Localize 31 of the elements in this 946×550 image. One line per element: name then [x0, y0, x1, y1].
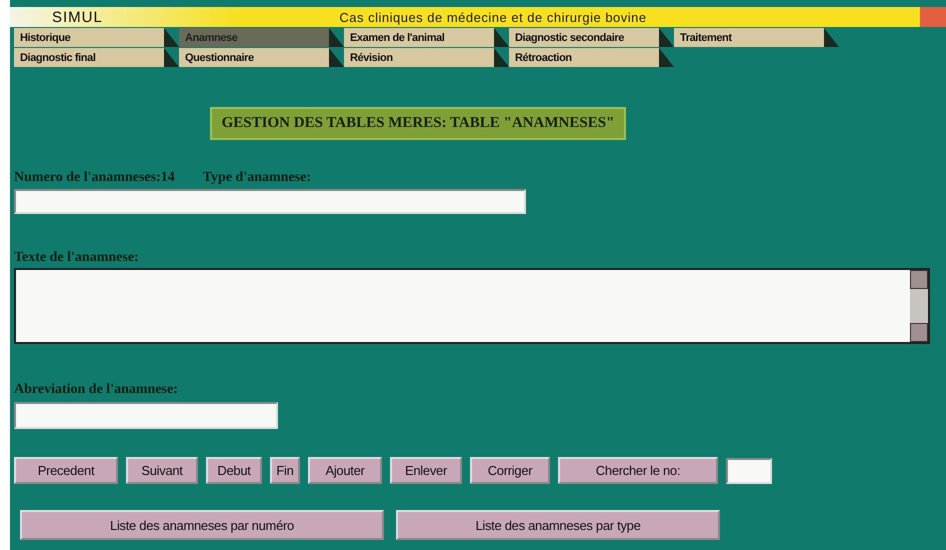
tab[interactable]: Traitement [674, 28, 839, 47]
nav-button[interactable]: Ajouter [308, 457, 382, 484]
app-name: SIMUL [51, 8, 104, 26]
text-area[interactable] [14, 268, 930, 344]
type-field[interactable] [14, 189, 526, 214]
scroll-up-button[interactable] [910, 270, 928, 289]
nav-button[interactable]: Suivant [126, 457, 198, 484]
number-field[interactable] [726, 458, 772, 484]
nav-button[interactable]: Fin [270, 457, 300, 484]
tab[interactable]: Historique [14, 28, 179, 47]
tab[interactable]: Questionnaire [179, 48, 344, 67]
nav-button[interactable]: Precedent [14, 457, 118, 484]
tab[interactable]: Diagnostic final [14, 48, 179, 67]
nav-button[interactable]: Corriger [470, 457, 550, 484]
abbreviation-label: Abreviation de l'anamnese: [14, 382, 179, 398]
heading: GESTION DES TABLES MERES: TABLE "ANAMNESES" [210, 107, 626, 140]
tab[interactable]: Révision [344, 48, 509, 67]
tab[interactable]: Diagnostic secondaire [509, 28, 674, 47]
number-label: Numero de l'anamneses:14 [14, 170, 175, 186]
list-button[interactable]: Liste des anamneses par numéro [20, 510, 384, 540]
nav-button[interactable]: Chercher le no: [558, 457, 718, 484]
nav-button[interactable]: Enlever [390, 457, 462, 484]
type-label: Type d'anamnese: [202, 170, 311, 186]
scroll-down-button[interactable] [910, 323, 928, 342]
list-button[interactable]: Liste des anamneses par type [396, 510, 720, 540]
tab[interactable]: Examen de l'animal [344, 28, 509, 47]
text-label: Texte de l'anamnese: [14, 250, 140, 266]
nav-button[interactable]: Debut [206, 457, 262, 484]
window-title: Cas cliniques de médecine et de chirurgie bovine [338, 10, 648, 24]
tab[interactable]: Rétroaction [509, 48, 674, 67]
abbreviation-field[interactable] [14, 402, 278, 429]
